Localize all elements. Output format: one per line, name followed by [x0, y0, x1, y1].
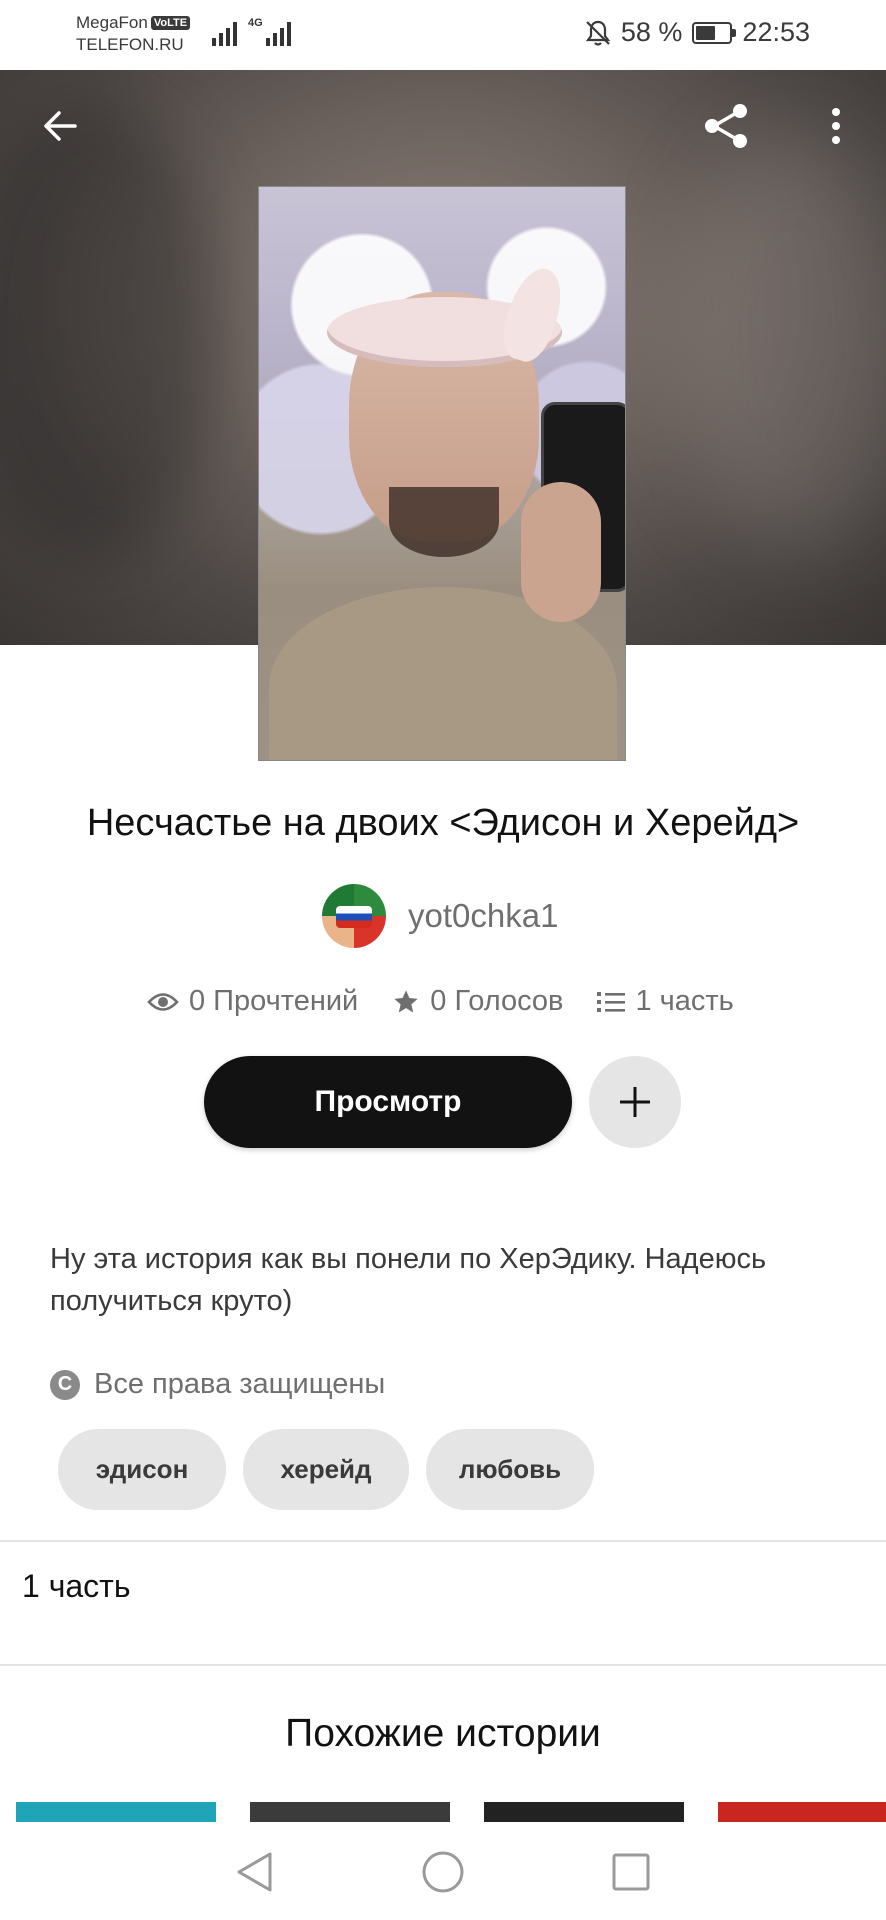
similar-stories-carousel[interactable]	[0, 1802, 886, 1822]
carrier-info: MegaFon VoLTE TELEFON.RU	[76, 12, 191, 56]
parts-stat: 1 часть	[597, 985, 734, 1018]
add-to-library-button[interactable]	[589, 1056, 681, 1148]
divider	[0, 1664, 886, 1666]
reads-count: 0 Прочтений	[189, 985, 359, 1017]
share-icon	[705, 104, 747, 148]
eye-icon	[147, 992, 179, 1011]
nav-home-button[interactable]	[415, 1844, 471, 1900]
copyright-icon: C	[50, 1369, 80, 1400]
divider	[0, 1540, 886, 1542]
copyright-text: Все права защищены	[94, 1368, 386, 1400]
votes-count: 0 Голосов	[430, 985, 564, 1017]
author-link[interactable]: yot0chka1	[322, 884, 558, 948]
story-cover-image[interactable]	[258, 186, 626, 761]
status-right: 58 % 22:53	[585, 17, 810, 48]
nav-recents-button[interactable]	[603, 1844, 659, 1900]
arrow-left-icon	[44, 111, 77, 141]
status-bar: MegaFon VoLTE TELEFON.RU 4G 58 % 22:53	[0, 0, 886, 70]
read-button[interactable]: Просмотр	[204, 1056, 572, 1148]
more-button[interactable]	[804, 94, 868, 158]
signal-icon	[212, 18, 237, 46]
square-recents-icon	[612, 1853, 650, 1891]
network-type-label: 4G	[248, 17, 263, 29]
parts-section-label[interactable]: 1 часть	[22, 1568, 130, 1605]
parts-count: 1 часть	[635, 985, 734, 1017]
similar-story-thumb[interactable]	[250, 1802, 450, 1822]
plus-icon	[620, 1087, 650, 1117]
signal-icon-2	[266, 18, 291, 46]
carrier-name: MegaFon	[76, 13, 148, 32]
similar-story-thumb[interactable]	[718, 1802, 886, 1822]
story-description: Ну эта история как вы понели по ХерЭдику…	[50, 1243, 767, 1317]
battery-icon	[692, 21, 737, 44]
nav-back-button[interactable]	[226, 1844, 282, 1900]
tag-chip[interactable]: эдисон	[58, 1429, 226, 1510]
tag-chip[interactable]: херейд	[243, 1429, 409, 1510]
system-nav-bar	[0, 1822, 886, 1920]
story-stats: 0 Прочтений 0 Голосов 1 часть	[147, 985, 734, 1018]
clock: 22:53	[742, 17, 810, 47]
similar-stories-heading: Похожие истории	[285, 1712, 601, 1755]
carrier-sub: TELEFON.RU	[76, 35, 184, 54]
triangle-back-icon	[237, 1852, 272, 1892]
list-icon	[597, 991, 626, 1012]
story-title: Несчастье на двоих <Эдисон и Херейд>	[86, 802, 800, 844]
reads-stat: 0 Прочтений	[147, 985, 358, 1018]
back-button[interactable]	[28, 94, 92, 158]
star-icon	[394, 989, 418, 1012]
tag-list: эдисон херейд любовь	[58, 1429, 594, 1510]
avatar	[322, 884, 386, 948]
share-button[interactable]	[694, 94, 758, 158]
tag-chip[interactable]: любовь	[426, 1429, 594, 1510]
author-name: yot0chka1	[408, 897, 559, 934]
circle-home-icon	[422, 1851, 464, 1893]
bell-off-icon	[585, 20, 611, 46]
battery-percent: 58 %	[620, 17, 683, 47]
volte-badge: VoLTE	[150, 16, 191, 30]
more-vertical-icon	[832, 108, 840, 144]
similar-story-thumb[interactable]	[484, 1802, 684, 1822]
similar-story-thumb[interactable]	[16, 1802, 216, 1822]
votes-stat: 0 Голосов	[392, 985, 563, 1018]
copyright-row: C Все права защищены	[50, 1368, 385, 1401]
